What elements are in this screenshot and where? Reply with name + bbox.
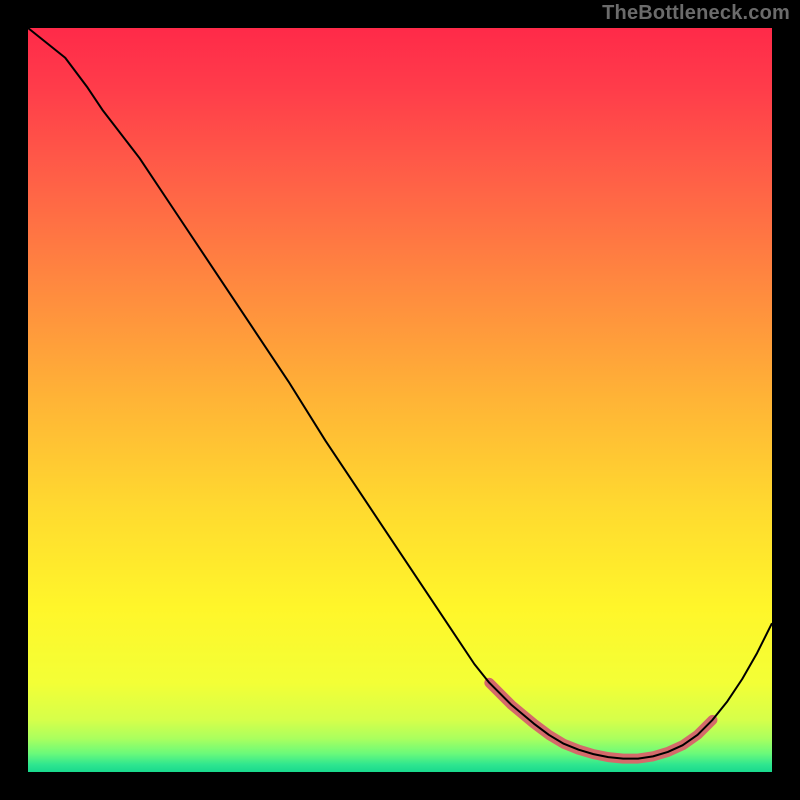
watermark-label: TheBottleneck.com xyxy=(602,2,790,25)
chart-plot-area xyxy=(28,28,772,772)
chart-background xyxy=(28,28,772,772)
chart-svg xyxy=(28,28,772,772)
chart-frame: TheBottleneck.com xyxy=(0,0,800,800)
